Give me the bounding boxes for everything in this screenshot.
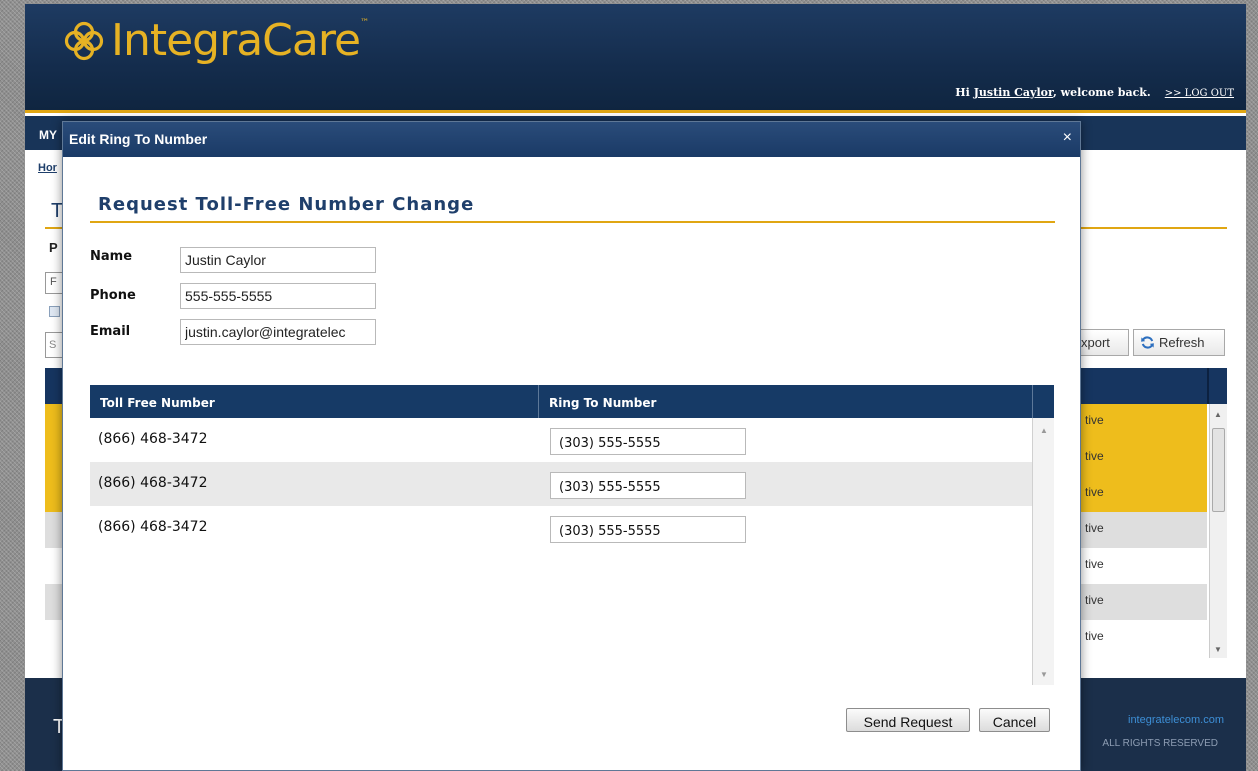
integracare-logo-icon <box>64 21 104 61</box>
brand-name-part1: Integra <box>111 15 263 66</box>
scroll-up-icon[interactable]: ▲ <box>1214 410 1222 419</box>
header-divider <box>1032 385 1033 418</box>
grid-scrollbar[interactable]: ▲ ▼ <box>1209 404 1227 658</box>
table-scrollbar[interactable]: ▲ ▼ <box>1032 418 1054 685</box>
table-row: (866) 468-3472 <box>90 462 1032 506</box>
app-header: IntegraCare™ Hi Justin Caylor, welcome b… <box>25 4 1246 113</box>
refresh-icon <box>1141 336 1154 349</box>
name-field[interactable] <box>180 247 376 273</box>
breadcrumb-home[interactable]: Hor <box>38 162 57 174</box>
edit-ring-to-number-dialog: Edit Ring To Number × Request Toll-Free … <box>62 121 1081 771</box>
trademark-mark: ™ <box>360 18 369 28</box>
phone-label: Phone <box>90 288 136 303</box>
dialog-title: Edit Ring To Number <box>69 131 208 147</box>
status-cell: tive <box>1085 557 1104 571</box>
ring-to-number-field[interactable] <box>550 472 746 499</box>
toll-free-cell: (866) 468-3472 <box>98 475 208 491</box>
status-cell: tive <box>1085 521 1104 535</box>
col-header-toll-free[interactable]: Toll Free Number <box>100 396 215 410</box>
scroll-down-icon[interactable]: ▼ <box>1040 670 1048 679</box>
scroll-down-icon[interactable]: ▼ <box>1214 645 1222 654</box>
email-label: Email <box>90 324 131 339</box>
toll-free-table-body: (866) 468-3472 (866) 468-3472 (866) 468-… <box>90 418 1032 685</box>
header-divider <box>538 385 539 418</box>
toll-free-table: Toll Free Number Ring To Number (866) 46… <box>90 385 1054 685</box>
table-row: (866) 468-3472 <box>90 506 1032 550</box>
welcome-message: Hi Justin Caylor, welcome back. >> LOG OU… <box>955 86 1234 99</box>
table-row: (866) 468-3472 <box>90 418 1032 462</box>
toll-free-table-header: Toll Free Number Ring To Number <box>90 385 1054 418</box>
email-field[interactable] <box>180 319 376 345</box>
footer-link[interactable]: integratelecom.com <box>1128 714 1224 726</box>
filter-checkbox[interactable] <box>49 306 60 317</box>
status-cell: tive <box>1085 593 1104 607</box>
phone-field[interactable] <box>180 283 376 309</box>
cancel-button[interactable]: Cancel <box>979 708 1050 732</box>
brand-name: IntegraCare™ <box>111 18 369 63</box>
user-profile-link[interactable]: Justin Caylor <box>974 86 1053 99</box>
footer-rights: ALL RIGHTS RESERVED <box>1102 738 1218 749</box>
nav-item-my[interactable]: MY <box>39 128 57 142</box>
scroll-up-icon[interactable]: ▲ <box>1040 426 1048 435</box>
scroll-thumb[interactable] <box>1212 428 1225 512</box>
brand-name-part2: Care <box>262 15 361 66</box>
welcome-prefix: Hi <box>955 86 974 99</box>
toll-free-cell: (866) 468-3472 <box>98 519 208 535</box>
logout-link[interactable]: >> LOG OUT <box>1165 88 1234 99</box>
dialog-titlebar[interactable]: Edit Ring To Number × <box>63 122 1080 157</box>
ring-to-number-field[interactable] <box>550 428 746 455</box>
status-cell: tive <box>1085 629 1104 643</box>
status-cell: tive <box>1085 413 1104 427</box>
toll-free-cell: (866) 468-3472 <box>98 431 208 447</box>
ring-to-number-field[interactable] <box>550 516 746 543</box>
brand-logo[interactable]: IntegraCare™ <box>61 18 369 64</box>
status-cell: tive <box>1085 449 1104 463</box>
heading-divider <box>90 221 1055 223</box>
refresh-button[interactable]: Refresh <box>1133 329 1225 356</box>
col-header-ring-to[interactable]: Ring To Number <box>549 396 656 410</box>
grid-header-divider <box>1207 368 1209 404</box>
form-heading: Request Toll-Free Number Change <box>98 194 475 215</box>
status-cell: tive <box>1085 485 1104 499</box>
refresh-label: Refresh <box>1159 335 1205 350</box>
welcome-suffix: , welcome back. <box>1052 86 1151 99</box>
close-icon[interactable]: × <box>1063 130 1072 146</box>
send-request-button[interactable]: Send Request <box>846 708 970 732</box>
section-label: P <box>49 240 58 255</box>
name-label: Name <box>90 249 133 264</box>
